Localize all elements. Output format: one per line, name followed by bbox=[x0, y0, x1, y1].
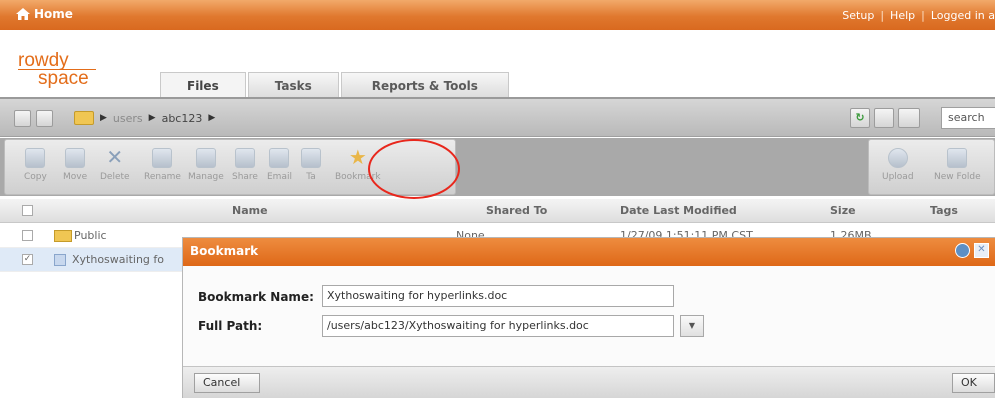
upload-icon bbox=[887, 148, 908, 168]
help-link[interactable]: Help bbox=[890, 9, 915, 22]
bookmark-star-icon: ★ bbox=[348, 145, 367, 169]
chevron-right-icon: ▶ bbox=[208, 113, 216, 123]
delete-label: Delete bbox=[100, 172, 130, 182]
copy-button[interactable]: Copy bbox=[24, 148, 47, 182]
rename-icon bbox=[152, 148, 173, 168]
bookmark-name-input[interactable]: Xythoswaiting for hyperlinks.doc bbox=[322, 285, 674, 307]
logged-in-text: Logged in a bbox=[930, 9, 995, 22]
breadcrumb: ▶ users ▶ abc123 ▶ bbox=[74, 111, 215, 125]
home-icon bbox=[16, 8, 30, 20]
refresh-button[interactable]: ↻ bbox=[850, 108, 870, 128]
path-dropdown-button[interactable]: ▼ bbox=[680, 315, 704, 337]
dialog-footer bbox=[183, 366, 995, 398]
rename-button[interactable]: Rename bbox=[144, 148, 181, 182]
folder-options-button[interactable] bbox=[898, 108, 920, 128]
move-button[interactable]: Move bbox=[63, 148, 87, 182]
manage-button[interactable]: Manage bbox=[188, 148, 224, 182]
setup-link[interactable]: Setup bbox=[842, 9, 874, 22]
full-path-input[interactable]: /users/abc123/Xythoswaiting for hyperlin… bbox=[322, 315, 674, 337]
home-label: Home bbox=[34, 7, 73, 21]
upload-label: Upload bbox=[882, 172, 914, 182]
tags-label: Ta bbox=[306, 172, 316, 182]
home-link[interactable]: Home bbox=[16, 7, 73, 21]
email-button[interactable]: Email bbox=[267, 148, 292, 182]
logo-line-2: space bbox=[38, 68, 89, 89]
copy-label: Copy bbox=[24, 172, 47, 182]
new-folder-button[interactable]: New Folde bbox=[934, 148, 981, 182]
help-icon[interactable] bbox=[955, 243, 970, 258]
chevron-right-icon: ▶ bbox=[100, 113, 107, 123]
delete-button[interactable]: ✕ Delete bbox=[100, 145, 130, 182]
home-folder-button[interactable] bbox=[36, 110, 53, 127]
bookmark-name-label: Bookmark Name: bbox=[198, 290, 314, 304]
cancel-button[interactable]: Cancel bbox=[194, 373, 260, 393]
manage-label: Manage bbox=[188, 172, 224, 182]
file-name[interactable]: Public bbox=[74, 229, 107, 242]
column-shared-to[interactable]: Shared To bbox=[486, 204, 547, 217]
delete-icon: ✕ bbox=[106, 145, 124, 169]
new-folder-label: New Folde bbox=[934, 172, 981, 182]
share-icon bbox=[234, 148, 255, 168]
email-label: Email bbox=[267, 172, 292, 182]
tag-icon bbox=[301, 148, 321, 168]
row-checkbox[interactable] bbox=[22, 230, 33, 241]
tab-tasks[interactable]: Tasks bbox=[247, 72, 339, 98]
column-date-modified[interactable]: Date Last Modified bbox=[620, 204, 737, 217]
main-tabs: Files Tasks Reports & Tools bbox=[160, 72, 509, 98]
breadcrumb-abc123[interactable]: abc123 bbox=[162, 112, 203, 125]
new-folder-icon bbox=[947, 148, 968, 168]
move-label: Move bbox=[63, 172, 88, 182]
select-all-checkbox[interactable] bbox=[22, 205, 33, 216]
tab-reports-tools[interactable]: Reports & Tools bbox=[340, 72, 509, 98]
breadcrumb-users[interactable]: users bbox=[113, 112, 143, 125]
column-size[interactable]: Size bbox=[830, 204, 856, 217]
dialog-titlebar[interactable] bbox=[183, 238, 995, 266]
gear-icon bbox=[195, 148, 216, 168]
tab-files[interactable]: Files bbox=[160, 72, 246, 98]
dialog-title: Bookmark bbox=[190, 244, 259, 258]
close-icon[interactable]: ✕ bbox=[974, 243, 989, 258]
chevron-right-icon: ▶ bbox=[148, 113, 156, 123]
file-name[interactable]: Xythoswaiting fo bbox=[72, 253, 164, 266]
share-button[interactable]: Share bbox=[232, 148, 258, 182]
tags-button[interactable]: Ta bbox=[301, 148, 321, 182]
rename-label: Rename bbox=[144, 172, 181, 182]
share-label: Share bbox=[232, 172, 258, 182]
full-path-label: Full Path: bbox=[198, 319, 263, 333]
up-folder-button[interactable] bbox=[14, 110, 31, 127]
folder-icon bbox=[74, 111, 94, 125]
upload-button[interactable]: Upload bbox=[882, 148, 914, 182]
file-list-header: Name Shared To Date Last Modified Size T… bbox=[0, 199, 995, 223]
column-name[interactable]: Name bbox=[232, 204, 268, 217]
copy-icon bbox=[25, 148, 46, 168]
rowdyspace-logo[interactable]: rowdy space bbox=[18, 51, 96, 89]
folder-icon bbox=[54, 230, 72, 242]
top-links: Setup | Help | Logged in a bbox=[842, 9, 995, 22]
move-icon bbox=[65, 148, 86, 168]
search-input[interactable]: search bbox=[941, 107, 995, 129]
row-checkbox[interactable]: ✓ bbox=[22, 254, 33, 265]
email-icon bbox=[269, 148, 290, 168]
ok-button[interactable]: OK bbox=[952, 373, 995, 393]
annotation-circle bbox=[368, 139, 460, 199]
column-tags[interactable]: Tags bbox=[930, 204, 958, 217]
settings-button[interactable] bbox=[874, 108, 894, 128]
document-icon bbox=[54, 254, 66, 266]
